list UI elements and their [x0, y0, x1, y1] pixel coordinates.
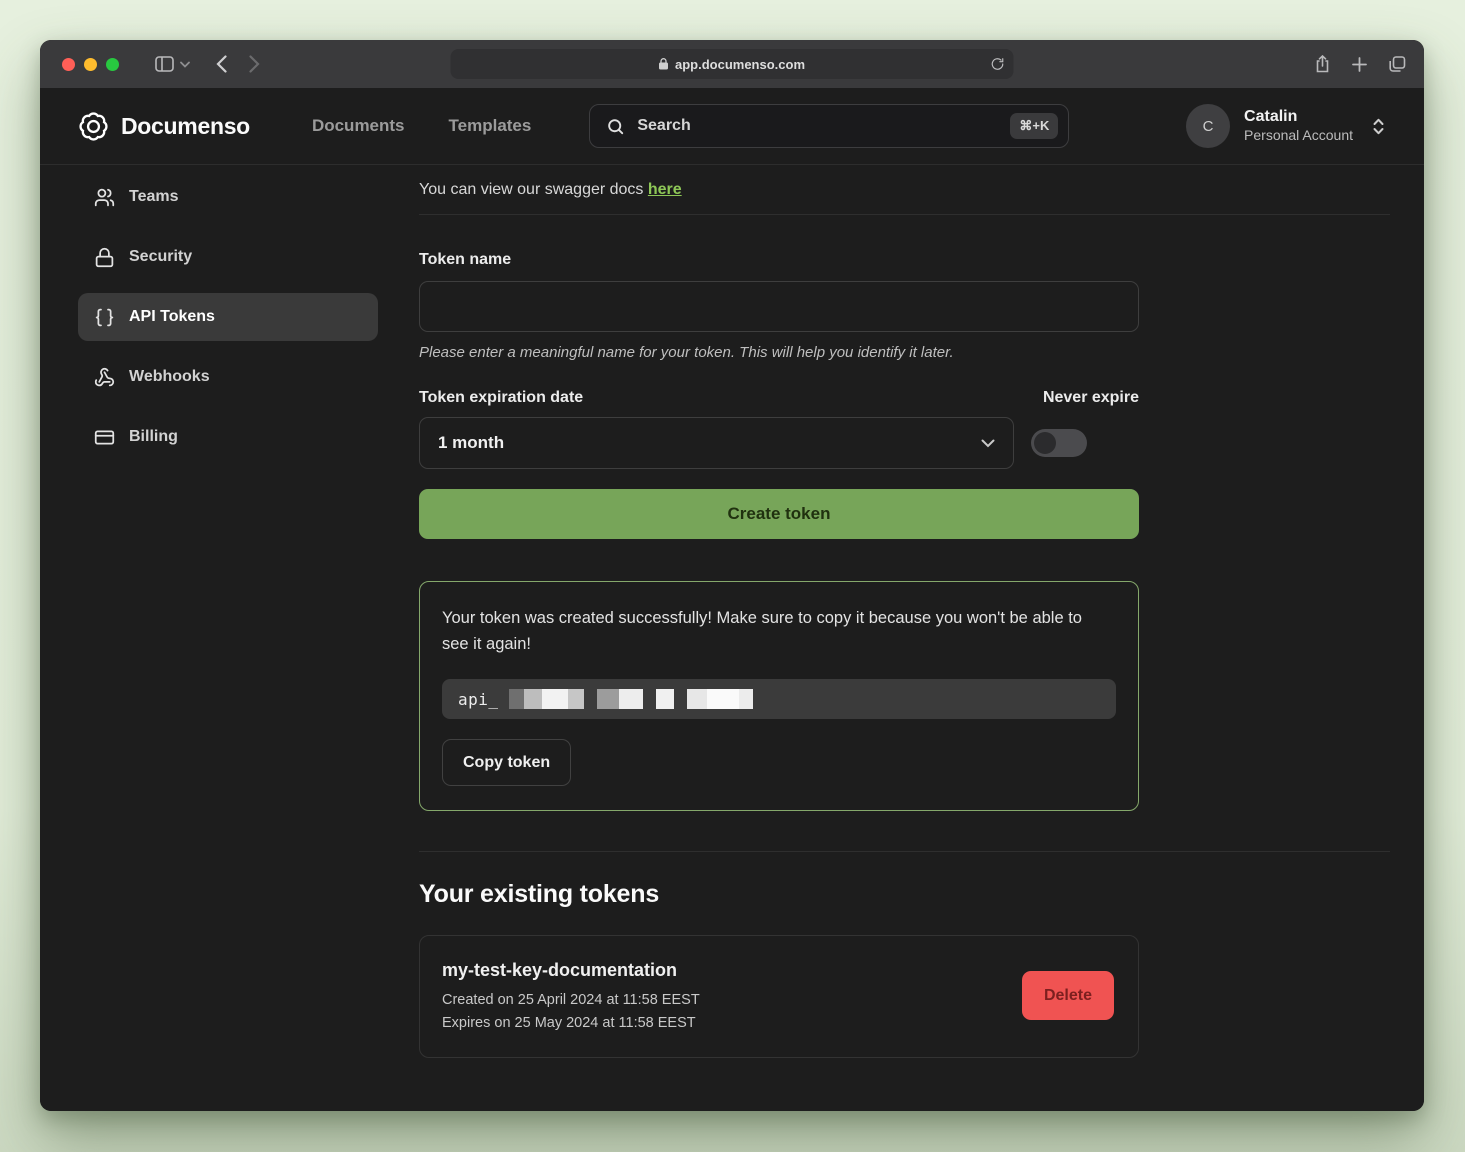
tabs-overview-icon[interactable] [1389, 56, 1406, 72]
traffic-lights [62, 58, 119, 71]
lock-icon [94, 247, 115, 268]
token-card-created: Created on 25 April 2024 at 11:58 EEST [442, 992, 1022, 1008]
token-card: my-test-key-documentation Created on 25 … [419, 935, 1139, 1058]
existing-tokens-heading: Your existing tokens [419, 880, 1390, 909]
zoom-window-button[interactable] [106, 58, 119, 71]
browser-toolbar: app.documenso.com [40, 40, 1424, 88]
profile-account-type: Personal Account [1244, 127, 1353, 145]
webhook-icon [94, 367, 115, 388]
brand[interactable]: Documenso [78, 111, 250, 142]
braces-icon [94, 307, 115, 328]
chevrons-up-down-icon [1371, 118, 1386, 135]
chevron-down-icon [981, 439, 995, 448]
create-token-button[interactable]: Create token [419, 489, 1139, 539]
swagger-docs-line: You can view our swagger docs here [419, 181, 1390, 199]
sidebar-item-webhooks[interactable]: Webhooks [78, 353, 378, 401]
documenso-logo-icon [78, 111, 109, 142]
expiration-selected-value: 1 month [438, 433, 504, 453]
share-icon[interactable] [1315, 55, 1330, 73]
search-icon [606, 117, 625, 136]
forward-button[interactable] [249, 55, 260, 73]
search-input[interactable]: Search ⌘+K [589, 104, 1069, 148]
back-button[interactable] [216, 55, 227, 73]
delete-token-button[interactable]: Delete [1022, 971, 1114, 1020]
search-shortcut-badge: ⌘+K [1010, 113, 1058, 139]
sidebar-item-security[interactable]: Security [78, 233, 378, 281]
swagger-docs-text: You can view our swagger docs [419, 181, 648, 198]
token-value-field[interactable]: api_ [442, 679, 1116, 719]
sidebar-item-label: Webhooks [129, 368, 210, 386]
token-card-expires: Expires on 25 May 2024 at 11:58 EEST [442, 1015, 1022, 1031]
search-placeholder: Search [637, 117, 690, 135]
divider [419, 214, 1390, 215]
token-prefix: api_ [458, 690, 499, 709]
nav-templates[interactable]: Templates [449, 116, 532, 136]
divider [419, 851, 1390, 852]
sidebar-chevron-down-icon[interactable] [180, 61, 190, 68]
never-expire-label: Never expire [1043, 389, 1139, 407]
token-name-helper: Please enter a meaningful name for your … [419, 344, 1390, 361]
copy-token-button[interactable]: Copy token [442, 739, 571, 786]
sidebar-item-label: API Tokens [129, 308, 215, 326]
expiration-row: 1 month [419, 417, 1139, 469]
app-body: Teams Security API Tokens [40, 165, 1424, 1111]
reload-icon[interactable] [991, 57, 1005, 71]
address-bar-url: app.documenso.com [675, 57, 805, 72]
expiration-select[interactable]: 1 month [419, 417, 1014, 469]
avatar: C [1186, 104, 1230, 148]
sidebar-item-billing[interactable]: Billing [78, 413, 378, 461]
token-created-alert: Your token was created successfully! Mak… [419, 581, 1139, 811]
never-expire-toggle-wrap [1014, 429, 1139, 457]
browser-window: app.documenso.com Docu [40, 40, 1424, 1111]
sidebar-item-label: Billing [129, 428, 178, 446]
nav-documents[interactable]: Documents [312, 116, 405, 136]
profile-name: Catalin [1244, 107, 1353, 127]
brand-title: Documenso [121, 113, 250, 140]
token-name-label: Token name [419, 251, 1390, 269]
documenso-app: Documenso Documents Templates Search ⌘+K… [40, 88, 1424, 1111]
users-icon [94, 187, 115, 208]
settings-sidebar: Teams Security API Tokens [78, 165, 378, 1111]
token-card-name: my-test-key-documentation [442, 960, 1022, 981]
new-tab-icon[interactable] [1352, 57, 1367, 72]
toggle-knob [1034, 432, 1056, 454]
token-expiration-label: Token expiration date [419, 389, 583, 407]
lock-icon [659, 58, 669, 70]
credit-card-icon [94, 427, 115, 448]
sidebar-item-api-tokens[interactable]: API Tokens [78, 293, 378, 341]
profile-meta: Catalin Personal Account [1244, 107, 1353, 145]
swagger-docs-link[interactable]: here [648, 181, 682, 198]
sidebar-item-label: Security [129, 248, 192, 266]
close-window-button[interactable] [62, 58, 75, 71]
sidebar-item-label: Teams [129, 188, 179, 206]
token-card-meta: my-test-key-documentation Created on 25 … [442, 960, 1022, 1031]
browser-toolbar-right [1315, 55, 1406, 73]
never-expire-toggle[interactable] [1031, 429, 1087, 457]
browser-sidebar-icon[interactable] [155, 56, 174, 72]
profile-menu[interactable]: C Catalin Personal Account [1186, 104, 1386, 148]
sidebar-item-teams[interactable]: Teams [78, 173, 378, 221]
api-tokens-panel: You can view our swagger docs here Token… [419, 165, 1390, 1111]
app-header: Documenso Documents Templates Search ⌘+K… [40, 88, 1424, 165]
minimize-window-button[interactable] [84, 58, 97, 71]
redacted-token [509, 689, 753, 709]
token-name-input[interactable] [419, 281, 1139, 332]
address-bar[interactable]: app.documenso.com [451, 49, 1014, 79]
expiration-labels-row: Token expiration date Never expire [419, 389, 1139, 407]
token-created-message: Your token was created successfully! Mak… [442, 606, 1112, 657]
top-nav: Documents Templates [312, 116, 531, 136]
